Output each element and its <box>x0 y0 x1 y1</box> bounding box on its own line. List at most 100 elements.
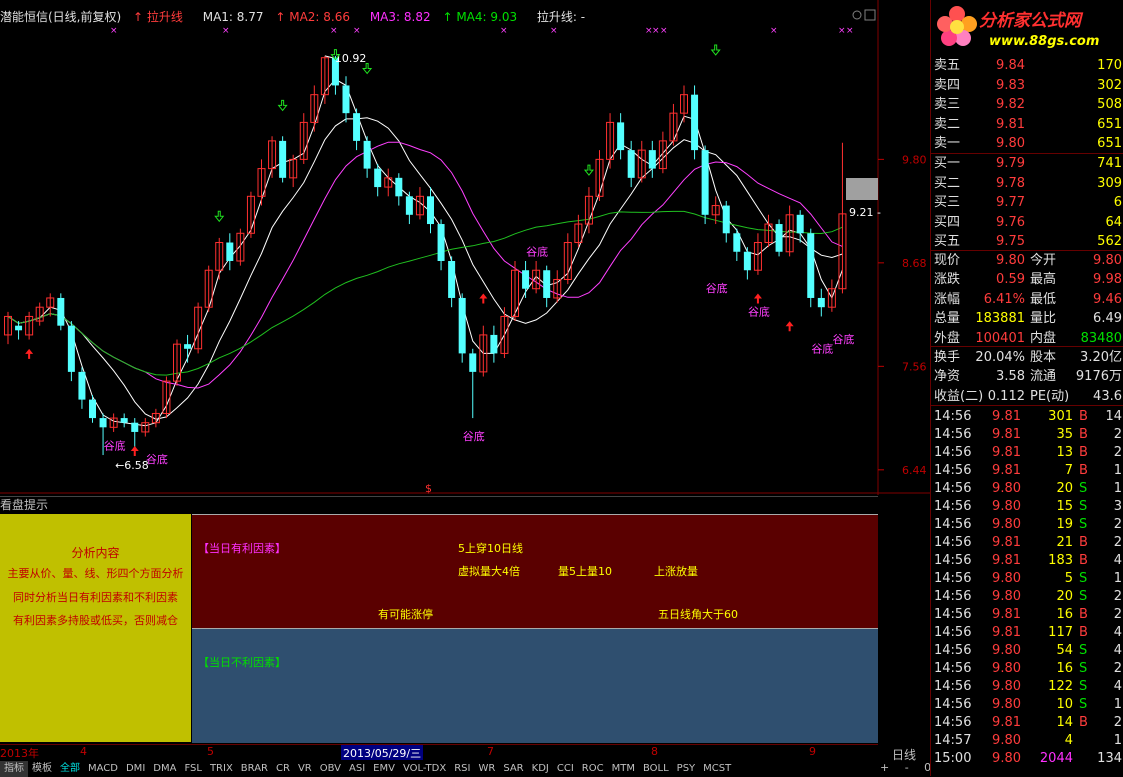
indicator-tab[interactable]: BRAR <box>237 761 272 777</box>
indicator-tab[interactable]: PSY <box>673 761 700 777</box>
tick-time: 14:56 <box>934 589 972 604</box>
tick-row: 14:56 9.81 7 B 1 <box>931 461 1123 480</box>
favorable-item: 量5上量10 <box>558 565 612 578</box>
analysis-line: 同时分析当日有利因素和不利因素 <box>13 591 178 604</box>
tick-count: 2 <box>1113 715 1122 730</box>
order-book-row[interactable]: 卖四 9.83 302 <box>931 76 1123 95</box>
bottom-signal-label: 谷底 <box>526 244 548 258</box>
tick-price: 9.81 <box>992 463 1021 478</box>
tick-row: 14:56 9.80 20 S 1 <box>931 479 1123 498</box>
indicator-tab[interactable]: DMA <box>149 761 180 777</box>
indicator-tab[interactable]: VOL-TDX <box>399 761 450 777</box>
indicator-name: ↑ 拉升线 <box>133 10 183 24</box>
order-book-row[interactable]: 卖三 9.82 508 <box>931 95 1123 114</box>
tick-count: 4 <box>1113 553 1122 568</box>
sell-arrow-icon <box>362 62 373 75</box>
quote-label: 现价 <box>934 253 961 268</box>
indicator-tab[interactable]: KDJ <box>528 761 553 777</box>
indicator-tab[interactable]: MTM <box>608 761 639 777</box>
order-book-row[interactable]: 买二 9.78 309 <box>931 174 1123 193</box>
order-book-row[interactable]: 买三 9.77 6 <box>931 193 1123 212</box>
signal-x-mark: × <box>222 26 230 36</box>
tick-count: 1 <box>1113 733 1122 748</box>
candle-body-down <box>543 270 551 298</box>
favorable-header: 【当日有利因素】 <box>198 542 286 555</box>
signal-x-mark: × <box>846 26 854 36</box>
candle-body-down <box>395 177 403 197</box>
order-level-label: 买三 <box>934 195 961 211</box>
indicator-tab[interactable]: FSL <box>180 761 206 777</box>
quote-label: 流通 <box>1030 369 1057 385</box>
indicator-tab[interactable]: TRIX <box>206 761 237 777</box>
indicator-tab[interactable]: SAR <box>499 761 527 777</box>
quote-value: 0.59 <box>996 272 1025 288</box>
quote-label: 股本 <box>1030 350 1057 365</box>
tick-time: 14:56 <box>934 715 972 730</box>
tick-price: 9.80 <box>992 481 1021 496</box>
order-book-row[interactable]: 买一 9.79 741 <box>931 154 1123 173</box>
indicator-tab[interactable]: ASI <box>345 761 369 777</box>
order-book-row[interactable]: 买五 9.75 562 <box>931 232 1123 251</box>
unfavorable-factors-panel: 【当日不利因素】 <box>192 628 878 743</box>
indicator-tab[interactable]: ROC <box>578 761 608 777</box>
favorable-item: 虚拟量大4倍 <box>458 565 520 578</box>
quote-row: 收益(二) 0.112 PE(动) 43.6 <box>931 387 1123 406</box>
buy-arrow-icon <box>753 293 762 304</box>
tick-side: B <box>1079 625 1088 640</box>
signal-x-mark: × <box>770 26 778 36</box>
order-book-row[interactable]: 买四 9.76 64 <box>931 213 1123 232</box>
indicator-tab[interactable]: RSI <box>450 761 474 777</box>
indicator-tab[interactable]: DMI <box>122 761 149 777</box>
line-value: 拉升线: - <box>536 10 586 24</box>
price-tick-label: 9.80 <box>902 153 927 166</box>
bottom-signal-label: 谷底 <box>463 429 485 443</box>
tick-volume: 7 <box>1064 463 1073 478</box>
tick-row: 14:56 9.80 10 S 1 <box>931 695 1123 714</box>
candle-body-down <box>67 325 75 372</box>
tick-price: 9.80 <box>992 661 1021 676</box>
tick-time: 14:56 <box>934 445 972 460</box>
indicator-tab[interactable]: WR <box>474 761 499 777</box>
tick-count: 14 <box>1105 409 1122 424</box>
candle-body-down <box>796 214 804 234</box>
tick-time: 14:56 <box>934 697 972 712</box>
tick-volume: 54 <box>1056 643 1073 658</box>
bottom-signal-label: 谷底 <box>706 281 728 295</box>
candle-body-down <box>89 399 96 419</box>
quote-label: 总量 <box>934 311 961 327</box>
candle-body-down <box>448 261 456 298</box>
indicator-tab[interactable]: OBV <box>316 761 345 777</box>
candle-body-down <box>807 233 815 298</box>
kline-chart[interactable]: 9.808.687.566.4410.92←6.589.21 -谷底谷底谷底谷底… <box>0 0 930 495</box>
tick-row: 14:56 9.80 54 S 4 <box>931 641 1123 660</box>
tick-time: 14:56 <box>934 679 972 694</box>
candle-body-down <box>691 94 699 151</box>
tick-volume: 10 <box>1056 697 1073 712</box>
indicator-tab[interactable]: 模板 <box>28 761 56 777</box>
order-level-label: 买一 <box>934 156 961 171</box>
tick-time: 14:56 <box>934 535 972 550</box>
last-price-box <box>846 178 878 200</box>
indicator-tab[interactable]: 指标 <box>0 761 28 777</box>
order-book-row[interactable]: 卖五 9.84 170 <box>931 56 1123 75</box>
indicator-tab[interactable]: CR <box>272 761 294 777</box>
bottom-signal-label: 谷底 <box>811 341 833 355</box>
indicator-tab[interactable]: EMV <box>369 761 399 777</box>
order-book-row[interactable]: 卖一 9.80 651 <box>931 134 1123 153</box>
sell-arrow-icon <box>583 164 594 176</box>
tick-side: B <box>1079 409 1088 424</box>
tick-row: 14:56 9.80 5 S 1 <box>931 569 1123 588</box>
indicator-tab[interactable]: 全部 <box>56 761 84 777</box>
order-book-row[interactable]: 卖二 9.81 651 <box>931 115 1123 134</box>
indicator-tab[interactable]: VR <box>294 761 316 777</box>
indicator-tab[interactable]: MACD <box>84 761 122 777</box>
s-mark: $ <box>425 482 432 495</box>
order-volume: 651 <box>1097 116 1122 132</box>
tick-price: 9.80 <box>992 571 1021 586</box>
indicator-tab[interactable]: CCI <box>553 761 578 777</box>
tick-price: 9.80 <box>992 517 1021 532</box>
indicator-tab[interactable]: BOLL <box>639 761 673 777</box>
indicator-tab[interactable]: MCST <box>699 761 735 777</box>
candle-body-down <box>743 251 751 271</box>
zoom-controls[interactable]: + - 0 <box>880 761 937 774</box>
